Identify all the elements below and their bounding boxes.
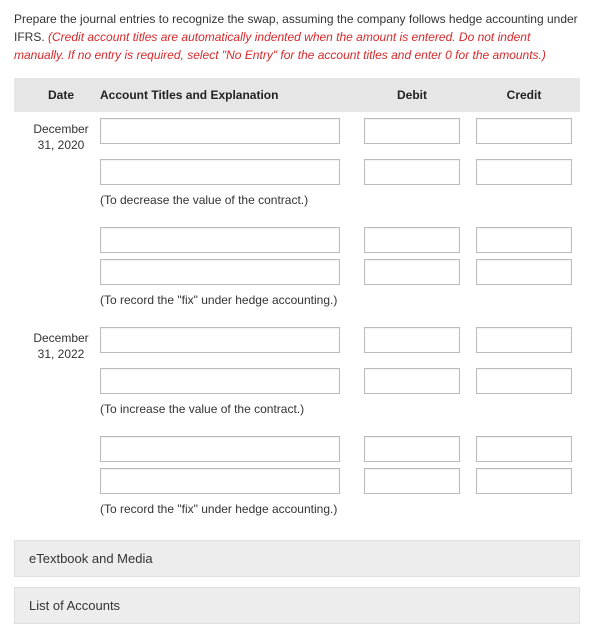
instructions: Prepare the journal entries to recognize… [14, 10, 580, 64]
credit-input[interactable] [476, 327, 572, 353]
credit-input[interactable] [476, 259, 572, 285]
table-row [14, 221, 580, 253]
date-cell [22, 259, 100, 263]
date-cell [22, 368, 100, 372]
date-cell [22, 468, 100, 472]
account-title-input[interactable] [100, 159, 340, 185]
instructions-note: (Credit account titles are automatically… [14, 30, 546, 62]
account-title-input[interactable] [100, 259, 340, 285]
table-row: December31, 2022 [14, 321, 580, 362]
table-row [14, 430, 580, 462]
etextbook-link[interactable]: eTextbook and Media [14, 540, 580, 577]
account-title-input[interactable] [100, 436, 340, 462]
account-title-input[interactable] [100, 327, 340, 353]
debit-input[interactable] [364, 159, 460, 185]
account-title-input[interactable] [100, 118, 340, 144]
debit-input[interactable] [364, 368, 460, 394]
credit-input[interactable] [476, 159, 572, 185]
debit-input[interactable] [364, 118, 460, 144]
debit-input[interactable] [364, 468, 460, 494]
credit-input[interactable] [476, 227, 572, 253]
date-cell [22, 159, 100, 163]
account-title-input[interactable] [100, 468, 340, 494]
table-header: Date Account Titles and Explanation Debi… [14, 78, 580, 112]
header-debit: Debit [364, 88, 460, 102]
table-row [14, 462, 580, 494]
explanation-text: (To record the "fix" under hedge account… [100, 293, 337, 307]
table-row [14, 153, 580, 185]
date-cell [22, 436, 100, 440]
credit-input[interactable] [476, 368, 572, 394]
explanation-text: (To record the "fix" under hedge account… [100, 502, 337, 516]
date-cell: December31, 2020 [22, 118, 100, 153]
debit-input[interactable] [364, 259, 460, 285]
credit-input[interactable] [476, 436, 572, 462]
header-credit: Credit [476, 88, 572, 102]
explanation-text: (To decrease the value of the contract.) [100, 193, 308, 207]
table-row [14, 362, 580, 394]
header-account: Account Titles and Explanation [100, 88, 364, 102]
table-row [14, 253, 580, 285]
credit-input[interactable] [476, 468, 572, 494]
account-title-input[interactable] [100, 368, 340, 394]
account-title-input[interactable] [100, 227, 340, 253]
debit-input[interactable] [364, 227, 460, 253]
credit-input[interactable] [476, 118, 572, 144]
explanation-text: (To increase the value of the contract.) [100, 402, 304, 416]
debit-input[interactable] [364, 436, 460, 462]
debit-input[interactable] [364, 327, 460, 353]
list-of-accounts-link[interactable]: List of Accounts [14, 587, 580, 624]
header-date: Date [22, 88, 100, 102]
date-cell [22, 227, 100, 231]
date-cell: December31, 2022 [22, 327, 100, 362]
table-row: December31, 2020 [14, 112, 580, 153]
